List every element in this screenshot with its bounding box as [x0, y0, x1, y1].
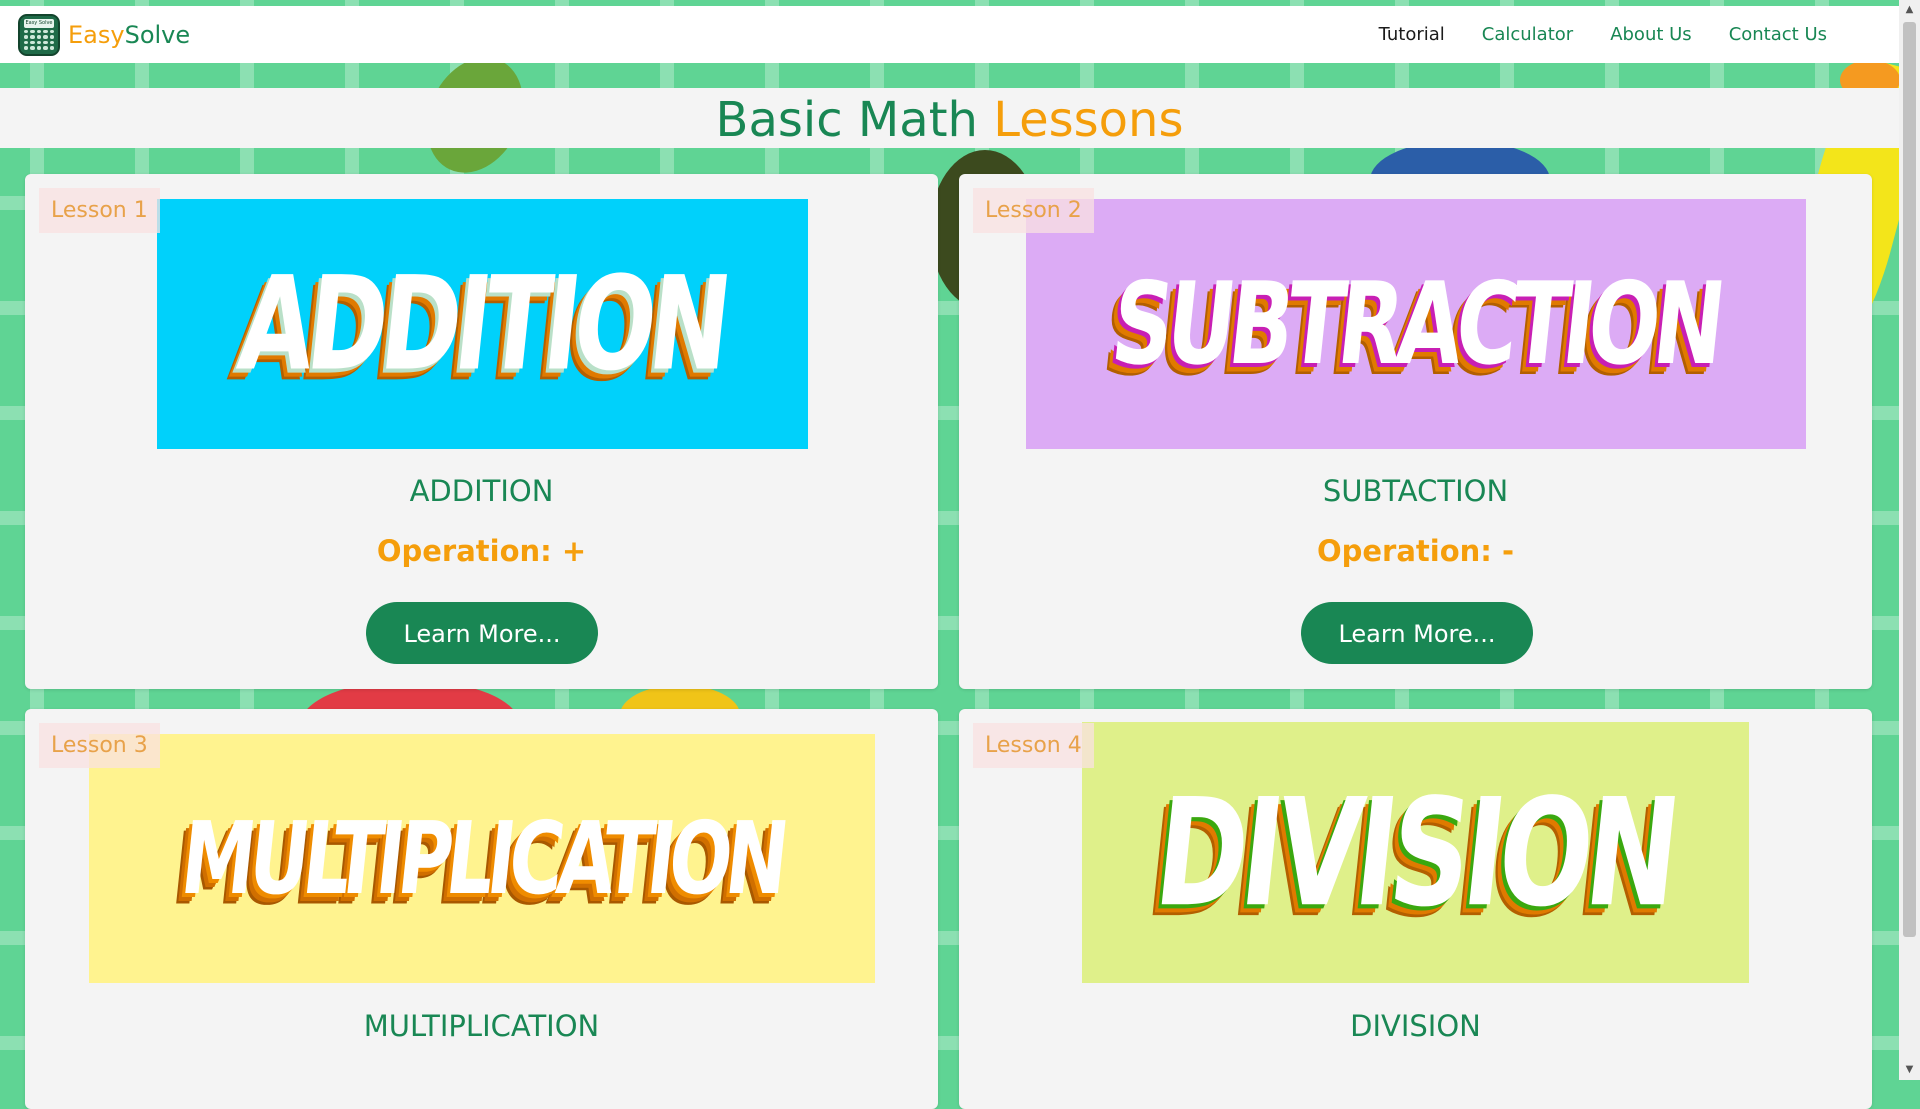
lesson-badge: Lesson 2 — [973, 188, 1094, 233]
lesson-title: ADDITION — [409, 474, 554, 508]
vertical-scrollbar[interactable]: ▲ ▼ — [1899, 0, 1920, 1080]
nav-tutorial[interactable]: Tutorial — [1379, 24, 1445, 45]
lesson-badge: Lesson 1 — [39, 188, 160, 233]
scrollbar-thumb[interactable] — [1903, 22, 1916, 937]
scroll-up-arrow-icon[interactable]: ▲ — [1899, 2, 1920, 18]
lesson-title: SUBTACTION — [1322, 474, 1509, 508]
lesson-badge: Lesson 3 — [39, 723, 160, 768]
lesson-operation: Operation: - — [1316, 534, 1515, 568]
brand[interactable]: Easy Solve EasySolve — [18, 13, 191, 56]
nav-about-us[interactable]: About Us — [1610, 24, 1692, 45]
lesson-banner-image: SUBTRACTION — [1026, 199, 1806, 449]
lesson-card-addition: Lesson 1 ADDITION ADDITION Operation: + … — [25, 174, 938, 689]
nav-contact-us[interactable]: Contact Us — [1729, 24, 1827, 45]
banner-word: ADDITION — [232, 248, 733, 400]
navbar: Easy Solve EasySolve Tutorial Calculator… — [0, 6, 1899, 63]
learn-more-button[interactable]: Learn More... — [366, 602, 598, 664]
lesson-title: MULTIPLICATION — [363, 1009, 600, 1043]
page-title-bar: Basic Math Lessons — [0, 88, 1899, 148]
logo-screen-text: Easy Solve — [24, 18, 54, 28]
lesson-card-division: Lesson 4 DIVISION DIVISION — [959, 709, 1872, 1109]
scroll-down-arrow-icon[interactable]: ▼ — [1899, 1062, 1920, 1078]
page-title: Basic Math Lessons — [715, 92, 1184, 148]
lesson-card-multiplication: Lesson 3 MULTIPLICATION MULTIPLICATION — [25, 709, 938, 1109]
nav-calculator[interactable]: Calculator — [1482, 24, 1573, 45]
lesson-operation: Operation: + — [376, 534, 587, 568]
lesson-badge: Lesson 4 — [973, 723, 1094, 768]
banner-word: DIVISION — [1148, 766, 1683, 939]
lesson-banner-image: DIVISION — [1082, 722, 1749, 983]
learn-more-button[interactable]: Learn More... — [1301, 602, 1533, 664]
lesson-banner-image: ADDITION — [157, 199, 808, 449]
calculator-icon: Easy Solve — [18, 13, 60, 56]
main-nav: Tutorial Calculator About Us Contact Us — [1379, 24, 1827, 45]
banner-word: MULTIPLICATION — [175, 800, 789, 917]
lesson-card-subtraction: Lesson 2 SUBTRACTION SUBTACTION Operatio… — [959, 174, 1872, 689]
banner-word: SUBTRACTION — [1106, 257, 1726, 391]
lesson-title: DIVISION — [1350, 1009, 1481, 1043]
brand-name: EasySolve — [68, 20, 191, 49]
lesson-banner-image: MULTIPLICATION — [89, 734, 875, 983]
